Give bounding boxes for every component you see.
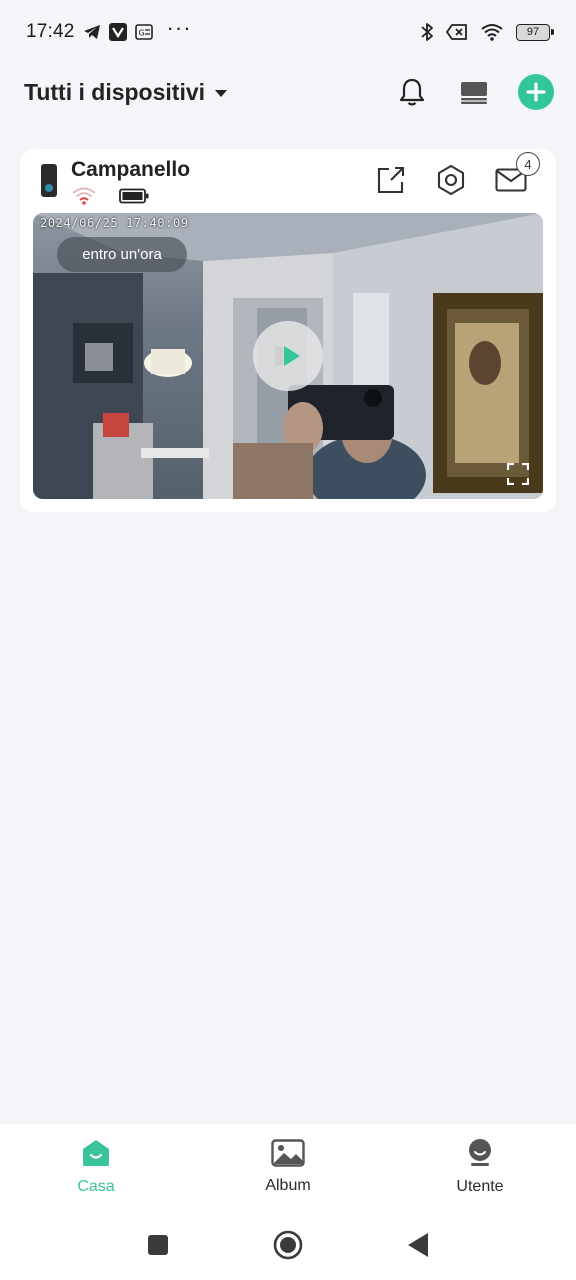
battery-indicator: 97 [516,23,554,41]
doorbell-icon [41,164,57,197]
settings-icon[interactable] [434,163,468,197]
square-icon [148,1235,168,1255]
nav-item-album[interactable]: Album [213,1139,363,1195]
status-bar: 17:42 G ··· 97 [0,0,576,64]
user-icon [465,1138,495,1173]
nav-label-album: Album [265,1177,311,1194]
vivaldi-icon [108,23,127,41]
share-icon[interactable] [374,163,408,197]
chevron-down-icon [215,89,228,97]
more-dots-icon: ··· [166,15,192,40]
camera-preview[interactable]: 2024/06/25 17:40:09 entro un'ora [33,213,543,499]
status-bar-right: 97 [420,22,554,42]
wifi-icon [480,23,504,41]
page-title: Tutti i dispositivi [24,78,206,105]
bell-icon[interactable] [394,74,430,110]
sim-disabled-icon [446,24,468,40]
svg-text:G: G [138,29,144,38]
bluetooth-icon [420,22,434,42]
message-count-badge: 4 [516,152,540,176]
status-time: 17:42 [26,21,75,42]
back-button[interactable] [403,1230,433,1260]
add-icon [526,82,546,102]
device-battery-icon [119,188,149,209]
messages-icon[interactable]: 4 [494,152,540,197]
video-timestamp: 2024/06/25 17:40:09 [40,216,189,230]
recents-button[interactable] [143,1230,173,1260]
nav-item-utente[interactable]: Utente [405,1138,555,1196]
device-card[interactable]: Campanello 4 2024/06/25 17:40:09 entro u… [20,149,556,512]
system-navigation-bar [0,1210,576,1280]
header-actions [394,74,554,110]
add-device-button[interactable] [518,74,554,110]
nav-item-casa[interactable]: Casa [21,1138,171,1196]
triangle-back-icon [408,1233,428,1257]
device-card-actions: 4 [374,152,540,197]
device-name: Campanello [71,158,191,181]
translate-icon: G [134,24,153,40]
device-card-header: Campanello 4 [20,149,556,211]
recording-time-pill: entro un'ora [57,237,187,272]
nav-label-casa: Casa [77,1178,115,1195]
home-button[interactable] [273,1230,303,1260]
play-icon [275,346,300,366]
multiview-icon[interactable] [456,74,492,110]
status-bar-left: 17:42 G ··· [26,15,192,43]
bottom-navigation: Casa Album Utente [0,1124,576,1210]
nav-label-utente: Utente [456,1178,504,1195]
app-header: Tutti i dispositivi [0,64,576,120]
play-button[interactable] [253,321,323,391]
wifi-signal-icon [71,185,97,210]
album-icon [271,1139,305,1172]
fullscreen-icon[interactable] [506,462,530,486]
device-filter-dropdown[interactable]: Tutti i dispositivi [24,78,228,106]
telegram-icon [83,24,101,40]
home-icon [81,1138,111,1173]
circle-icon [273,1230,303,1260]
